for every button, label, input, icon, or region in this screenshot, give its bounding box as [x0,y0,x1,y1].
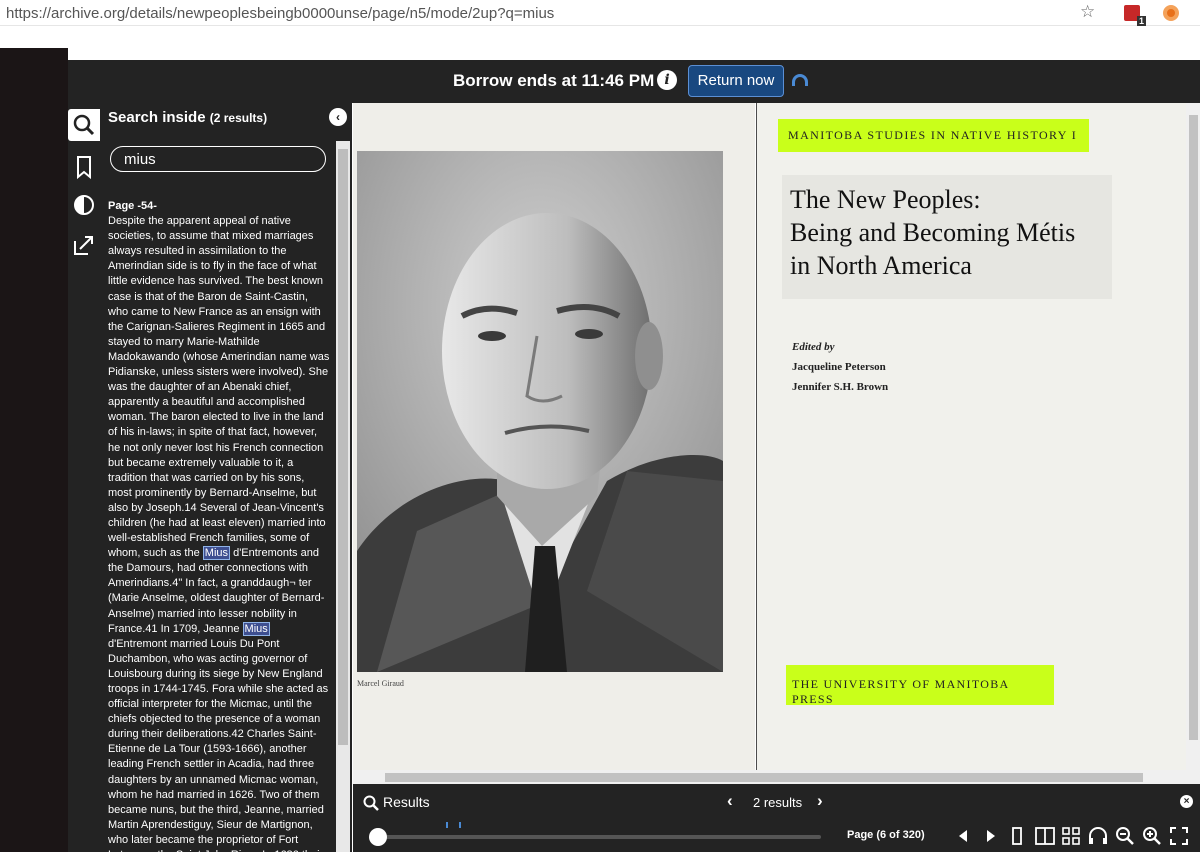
search-input[interactable] [110,146,326,172]
panel-scrollbar-thumb[interactable] [338,149,348,745]
side-nav [68,103,100,852]
search-hit-marker[interactable] [446,822,448,828]
left-dark-strip [0,48,68,852]
book-title: The New Peoples: Being and Becoming Méti… [782,175,1112,299]
result-text: d'Entremonts and the Damours, had other … [108,547,325,635]
zoom-out-icon[interactable] [1113,824,1137,848]
previous-result-button[interactable]: ‹ [727,791,733,811]
page-slider-track[interactable] [375,835,821,839]
result-page-label: Page -54- [108,200,157,212]
zoom-in-icon[interactable] [1140,824,1164,848]
info-icon[interactable]: i [657,70,677,90]
previous-page-icon[interactable] [951,824,975,848]
result-count: (2 results) [209,111,268,125]
two-page-view-icon[interactable] [1033,824,1057,848]
result-text: Despite the apparent appeal of native so… [108,215,330,560]
collapse-panel-button[interactable]: ‹ [329,108,347,126]
borrow-status-text: Borrow ends at 11:46 PM [453,71,655,90]
fullscreen-icon[interactable] [1167,824,1191,848]
bookmark-icon[interactable] [68,151,100,183]
browser-address-bar: https://archive.org/details/newpeoplesbe… [0,0,1200,26]
results-label[interactable]: Results [383,794,430,810]
book-nav-bar: Page (6 of 320) [353,820,1200,852]
book-title-line: Being and Becoming Métis [790,218,1076,247]
borrow-banner: Borrow ends at 11:46 PM i Return now [68,60,1200,103]
bookmark-star-icon[interactable]: ☆ [1080,2,1095,22]
contrast-icon[interactable] [68,189,100,221]
page-slider-handle[interactable] [369,828,387,846]
book-title-line: in North America [790,251,972,280]
panel-title-text: Search inside [108,109,206,126]
results-count: 2 results [753,795,803,810]
read-aloud-icon[interactable] [1086,824,1110,848]
one-page-view-icon[interactable] [1005,824,1029,848]
vertical-scrollbar[interactable] [1186,103,1200,770]
book-title-line: The New Peoples: [790,185,981,214]
extension-icon[interactable]: 1 [1124,5,1146,26]
url-text[interactable]: https://archive.org/details/newpeoplesbe… [6,5,554,22]
extension-circle-icon[interactable] [1163,5,1179,21]
extension-badge: 1 [1136,16,1146,26]
photo-caption: Marcel Giraud [357,679,404,688]
panel-title: Search inside (2 results) [108,109,267,126]
book-viewer: Marcel Giraud MANITOBA STUDIES IN NATIVE… [353,103,1200,784]
publisher-name: THE UNIVERSITY OF MANITOBA PRESS [786,665,1054,706]
result-highlight: Mius [202,546,231,561]
result-highlight: Mius [242,621,270,636]
search-icon[interactable] [68,109,100,141]
edited-by-label: Edited by [792,341,835,353]
close-results-button[interactable]: × [1180,795,1193,808]
left-page[interactable]: Marcel Giraud [353,103,755,770]
result-text: d'Entremont married Louis Du Pont Ducham… [108,637,329,852]
right-page[interactable]: MANITOBA STUDIES IN NATIVE HISTORY I The… [756,103,1186,770]
search-result[interactable]: Page -54- Despite the apparent appeal of… [108,199,330,852]
vertical-scrollbar-thumb[interactable] [1189,115,1198,740]
series-title: MANITOBA STUDIES IN NATIVE HISTORY I [778,119,1089,152]
headphones-icon[interactable] [792,74,808,86]
search-hit-marker[interactable] [459,822,461,828]
share-icon[interactable] [68,229,100,261]
next-page-icon[interactable] [979,824,1003,848]
thumbnail-view-icon[interactable] [1059,824,1083,848]
results-bar: Results ‹ 2 results › × [353,784,1200,820]
portrait-photo [357,151,723,672]
next-result-button[interactable]: › [817,791,823,811]
return-now-button[interactable]: Return now [688,65,784,97]
search-icon [363,795,379,811]
horizontal-scrollbar[interactable] [353,770,1200,784]
horizontal-scrollbar-thumb[interactable] [385,773,1143,782]
editor-name: Jacqueline Peterson [792,361,886,373]
page-number: Page (6 of 320) [847,829,925,841]
search-inside-panel: Search inside (2 results) ‹ Page -54- De… [100,103,352,852]
panel-scrollbar[interactable] [336,141,350,852]
editor-name: Jennifer S.H. Brown [792,381,889,393]
